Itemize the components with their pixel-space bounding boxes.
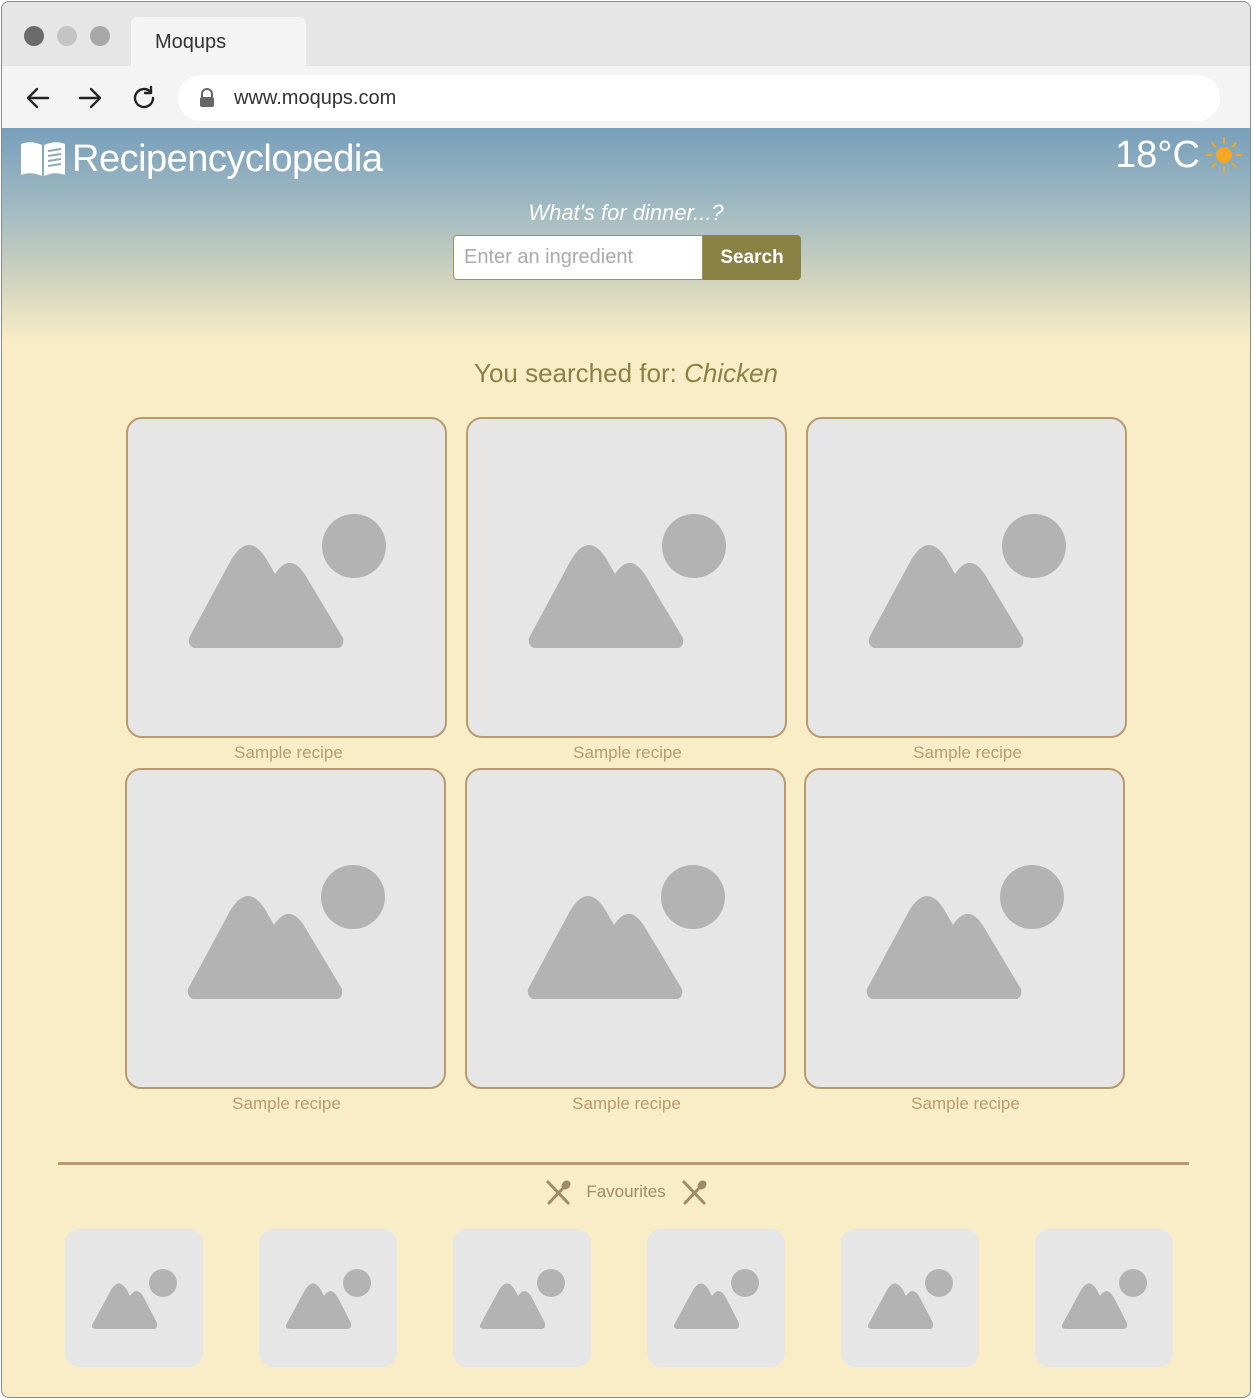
image-placeholder-icon: [91, 1269, 177, 1329]
search-query: Chicken: [684, 358, 779, 388]
recipe-card[interactable]: [465, 768, 786, 1089]
favourite-thumbnail[interactable]: [65, 1229, 203, 1367]
search-button[interactable]: Search: [703, 235, 801, 280]
favourite-thumbnail[interactable]: [453, 1229, 591, 1367]
search-summary: You searched for: Chicken: [2, 358, 1250, 389]
tagline: What's for dinner...?: [528, 200, 724, 225]
image-placeholder-icon: [866, 865, 1064, 999]
search-summary-prefix: You searched for:: [473, 358, 677, 388]
image-placeholder-icon: [479, 1269, 565, 1329]
lock-icon: [198, 88, 216, 108]
app-header: Recipencyclopedia 18°C What's for dinner…: [2, 128, 1250, 342]
browser-toolbar: www.moqups.com: [2, 66, 1250, 128]
utensils-icon: [680, 1178, 708, 1206]
maximize-window-button[interactable]: [90, 26, 110, 46]
temperature-readout: 18°C: [1115, 134, 1200, 176]
recipe-card-label[interactable]: Sample recipe: [128, 743, 449, 763]
recipe-card[interactable]: [804, 768, 1125, 1089]
minimize-window-button[interactable]: [57, 26, 77, 46]
image-placeholder-icon: [1061, 1269, 1147, 1329]
favourites-title: Favourites: [586, 1182, 666, 1201]
ingredient-search-input[interactable]: [453, 235, 703, 280]
recipe-card[interactable]: [806, 417, 1127, 738]
close-window-button[interactable]: [24, 26, 44, 46]
brand-title[interactable]: Recipencyclopedia: [72, 138, 383, 181]
recipe-card[interactable]: [125, 768, 446, 1089]
browser-tab[interactable]: Moqups: [131, 17, 306, 67]
recipe-card-label[interactable]: Sample recipe: [126, 1094, 447, 1114]
image-placeholder-icon: [528, 514, 726, 648]
image-placeholder-icon: [187, 865, 385, 999]
favourite-thumbnail[interactable]: [841, 1229, 979, 1367]
sun-icon: [1205, 136, 1243, 174]
reload-icon[interactable]: [130, 84, 158, 112]
favourite-thumbnail[interactable]: [1035, 1229, 1173, 1367]
recipe-card-label[interactable]: Sample recipe: [467, 743, 788, 763]
recipe-card-label[interactable]: Sample recipe: [805, 1094, 1126, 1114]
tab-bar: Moqups: [2, 2, 1250, 67]
back-arrow-icon[interactable]: [24, 84, 52, 112]
recipe-card[interactable]: [466, 417, 787, 738]
utensils-icon: [544, 1178, 572, 1206]
favourite-thumbnail[interactable]: [647, 1229, 785, 1367]
recipe-card[interactable]: [126, 417, 447, 738]
url-text: www.moqups.com: [234, 87, 397, 109]
image-placeholder-icon: [867, 1269, 953, 1329]
recipe-card-label[interactable]: Sample recipe: [466, 1094, 787, 1114]
image-placeholder-icon: [527, 865, 725, 999]
image-placeholder-icon: [285, 1269, 371, 1329]
image-placeholder-icon: [673, 1269, 759, 1329]
image-placeholder-icon: [868, 514, 1066, 648]
favourite-thumbnail[interactable]: [259, 1229, 397, 1367]
favourites-heading: Favourites: [2, 1178, 1250, 1206]
browser-window: Moqups www.moqups.com Recipencyclopedia …: [1, 1, 1251, 1398]
book-icon: [19, 140, 67, 178]
recipe-card-label[interactable]: Sample recipe: [807, 743, 1128, 763]
forward-arrow-icon[interactable]: [76, 84, 104, 112]
image-placeholder-icon: [188, 514, 386, 648]
section-divider: [58, 1162, 1189, 1165]
address-bar[interactable]: www.moqups.com: [178, 75, 1220, 121]
